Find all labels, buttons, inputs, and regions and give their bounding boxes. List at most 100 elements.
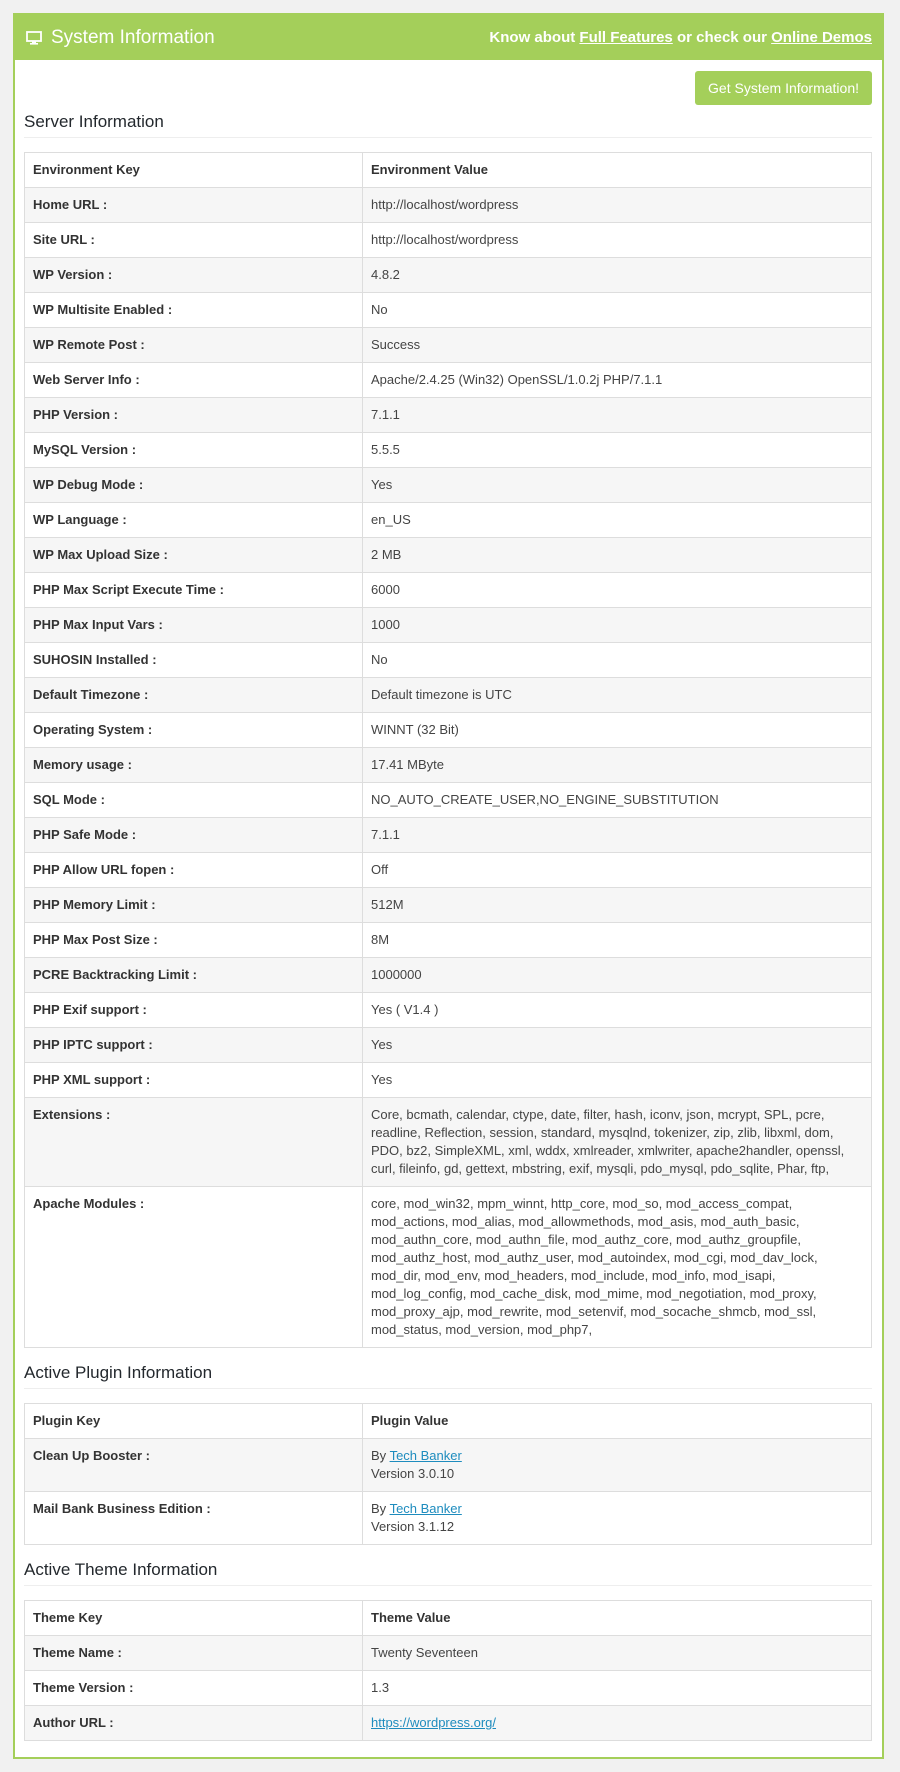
table-row: WP Remote Post : Success [24, 327, 872, 363]
theme-name-value: Twenty Seventeen [362, 1635, 872, 1671]
environment-value: No [362, 642, 872, 678]
get-system-information-button[interactable]: Get System Information! [695, 71, 872, 105]
environment-key: Site URL : [24, 222, 363, 258]
server-information-table: Environment Key Environment Value Home U… [24, 152, 872, 1348]
environment-key: PHP Version : [24, 397, 363, 433]
table-row: PHP Max Script Execute Time :6000 [24, 572, 872, 608]
table-row: Web Server Info : Apache/2.4.25 (Win32) O… [24, 362, 872, 398]
table-row: Operating System : WINNT (32 Bit) [24, 712, 872, 748]
environment-key: PCRE Backtracking Limit : [24, 957, 363, 993]
environment-key: PHP Safe Mode : [24, 817, 363, 853]
theme-information-heading: Active Theme Information [24, 1555, 872, 1586]
environment-key: Extensions : [24, 1097, 363, 1187]
environment-key: PHP Allow URL fopen : [24, 852, 363, 888]
plugin-name: Mail Bank Business Edition : [24, 1491, 363, 1545]
environment-key: PHP XML support : [24, 1062, 363, 1098]
table-row: PHP Memory Limit :512M [24, 887, 872, 923]
by-label: By [371, 1501, 387, 1516]
table-row: PCRE Backtracking Limit :1000000 [24, 957, 872, 993]
environment-value: Yes ( V1.4 ) [362, 992, 872, 1028]
environment-value: No [362, 292, 872, 328]
environment-value: WINNT (32 Bit) [362, 712, 872, 748]
environment-key: PHP Max Input Vars : [24, 607, 363, 643]
table-row: Author URL : https://wordpress.org/ [24, 1705, 872, 1741]
environment-value: Apache/2.4.25 (Win32) OpenSSL/1.0.2j PHP… [362, 362, 872, 398]
environment-key: SUHOSIN Installed : [24, 642, 363, 678]
table-row: Theme Version : 1.3 [24, 1670, 872, 1706]
environment-key: WP Max Upload Size : [24, 537, 363, 573]
table-header-row: Theme Key Theme Value [24, 1600, 872, 1636]
environment-value: Default timezone is UTC [362, 677, 872, 713]
environment-value: 4.8.2 [362, 257, 872, 293]
environment-key: Apache Modules : [24, 1186, 363, 1348]
table-row: PHP Exif support : Yes ( V1.4 ) [24, 992, 872, 1028]
environment-value: NO_AUTO_CREATE_USER,NO_ENGINE_SUBSTITUTI… [362, 782, 872, 818]
plugin-author-link[interactable]: Tech Banker [390, 1501, 462, 1516]
monitor-icon [26, 30, 42, 45]
theme-information-table: Theme Key Theme Value Theme Name : Twent… [24, 1600, 872, 1741]
table-row: Apache Modules : core, mod_win32, mpm_win… [24, 1186, 872, 1348]
panel-title-text: System Information [51, 26, 215, 48]
table-row: WP Max Upload Size :2 MB [24, 537, 872, 573]
table-row: Site URL : http://localhost/wordpress [24, 222, 872, 258]
plugin-version: Version 3.1.12 [371, 1519, 455, 1534]
environment-value: Yes [362, 467, 872, 503]
table-header-row: Environment Key Environment Value [24, 152, 872, 188]
table-row: WP Language : en_US [24, 502, 872, 538]
table-row: PHP Max Post Size :8M [24, 922, 872, 958]
environment-value: Yes [362, 1027, 872, 1063]
environment-value: 8M [362, 922, 872, 958]
column-header-key: Plugin Key [24, 1403, 363, 1439]
environment-key: SQL Mode : [24, 782, 363, 818]
environment-value: http://localhost/wordpress [362, 187, 872, 223]
table-row: SQL Mode : NO_AUTO_CREATE_USER,NO_ENGINE_… [24, 782, 872, 818]
system-info-panel: System Information Know about Full Featu… [13, 13, 884, 1759]
header-links: Know about Full Features or check our On… [489, 29, 872, 46]
plugin-information-heading: Active Plugin Information [24, 1358, 872, 1389]
panel-header: System Information Know about Full Featu… [15, 15, 882, 60]
environment-value: 17.41 MByte [362, 747, 872, 783]
plugin-author-link[interactable]: Tech Banker [390, 1448, 462, 1463]
panel-title: System Information [25, 27, 215, 49]
environment-value: http://localhost/wordpress [362, 222, 872, 258]
table-row: PHP IPTC support : Yes [24, 1027, 872, 1063]
table-row: Clean Up Booster : By Tech Banker Version … [24, 1438, 872, 1492]
plugin-name: Clean Up Booster : [24, 1438, 363, 1492]
column-header-key: Environment Key [24, 152, 363, 188]
header-prefix: Know about [489, 29, 576, 46]
table-row: WP Debug Mode : Yes [24, 467, 872, 503]
column-header-key: Theme Key [24, 1600, 363, 1636]
theme-name-label: Theme Name : [24, 1635, 363, 1671]
table-row: Memory usage :17.41 MByte [24, 747, 872, 783]
environment-key: WP Language : [24, 502, 363, 538]
header-middle: or check our [676, 29, 767, 46]
environment-value: Core, bcmath, calendar, ctype, date, fil… [362, 1097, 872, 1187]
table-header-row: Plugin Key Plugin Value [24, 1403, 872, 1439]
plugin-information-table: Plugin Key Plugin Value Clean Up Booster… [24, 1403, 872, 1545]
table-row: Default Timezone : Default timezone is UT… [24, 677, 872, 713]
column-header-value: Plugin Value [362, 1403, 872, 1439]
online-demos-link[interactable]: Online Demos [771, 29, 872, 46]
table-row: MySQL Version :5.5.5 [24, 432, 872, 468]
environment-key: PHP Max Post Size : [24, 922, 363, 958]
table-row: PHP XML support : Yes [24, 1062, 872, 1098]
full-features-link[interactable]: Full Features [579, 29, 672, 46]
environment-value: 1000 [362, 607, 872, 643]
environment-key: PHP Memory Limit : [24, 887, 363, 923]
column-header-value: Environment Value [362, 152, 872, 188]
environment-value: 5.5.5 [362, 432, 872, 468]
environment-value: Yes [362, 1062, 872, 1098]
environment-key: WP Remote Post : [24, 327, 363, 363]
theme-version-value: 1.3 [362, 1670, 872, 1706]
environment-value: 1000000 [362, 957, 872, 993]
environment-key: PHP IPTC support : [24, 1027, 363, 1063]
environment-key: PHP Exif support : [24, 992, 363, 1028]
environment-value: 7.1.1 [362, 397, 872, 433]
environment-value: Success [362, 327, 872, 363]
table-row: PHP Allow URL fopen : Off [24, 852, 872, 888]
by-label: By [371, 1448, 387, 1463]
environment-key: WP Version : [24, 257, 363, 293]
environment-value: Off [362, 852, 872, 888]
table-row: WP Multisite Enabled : No [24, 292, 872, 328]
author-url-link[interactable]: https://wordpress.org/ [371, 1715, 496, 1730]
